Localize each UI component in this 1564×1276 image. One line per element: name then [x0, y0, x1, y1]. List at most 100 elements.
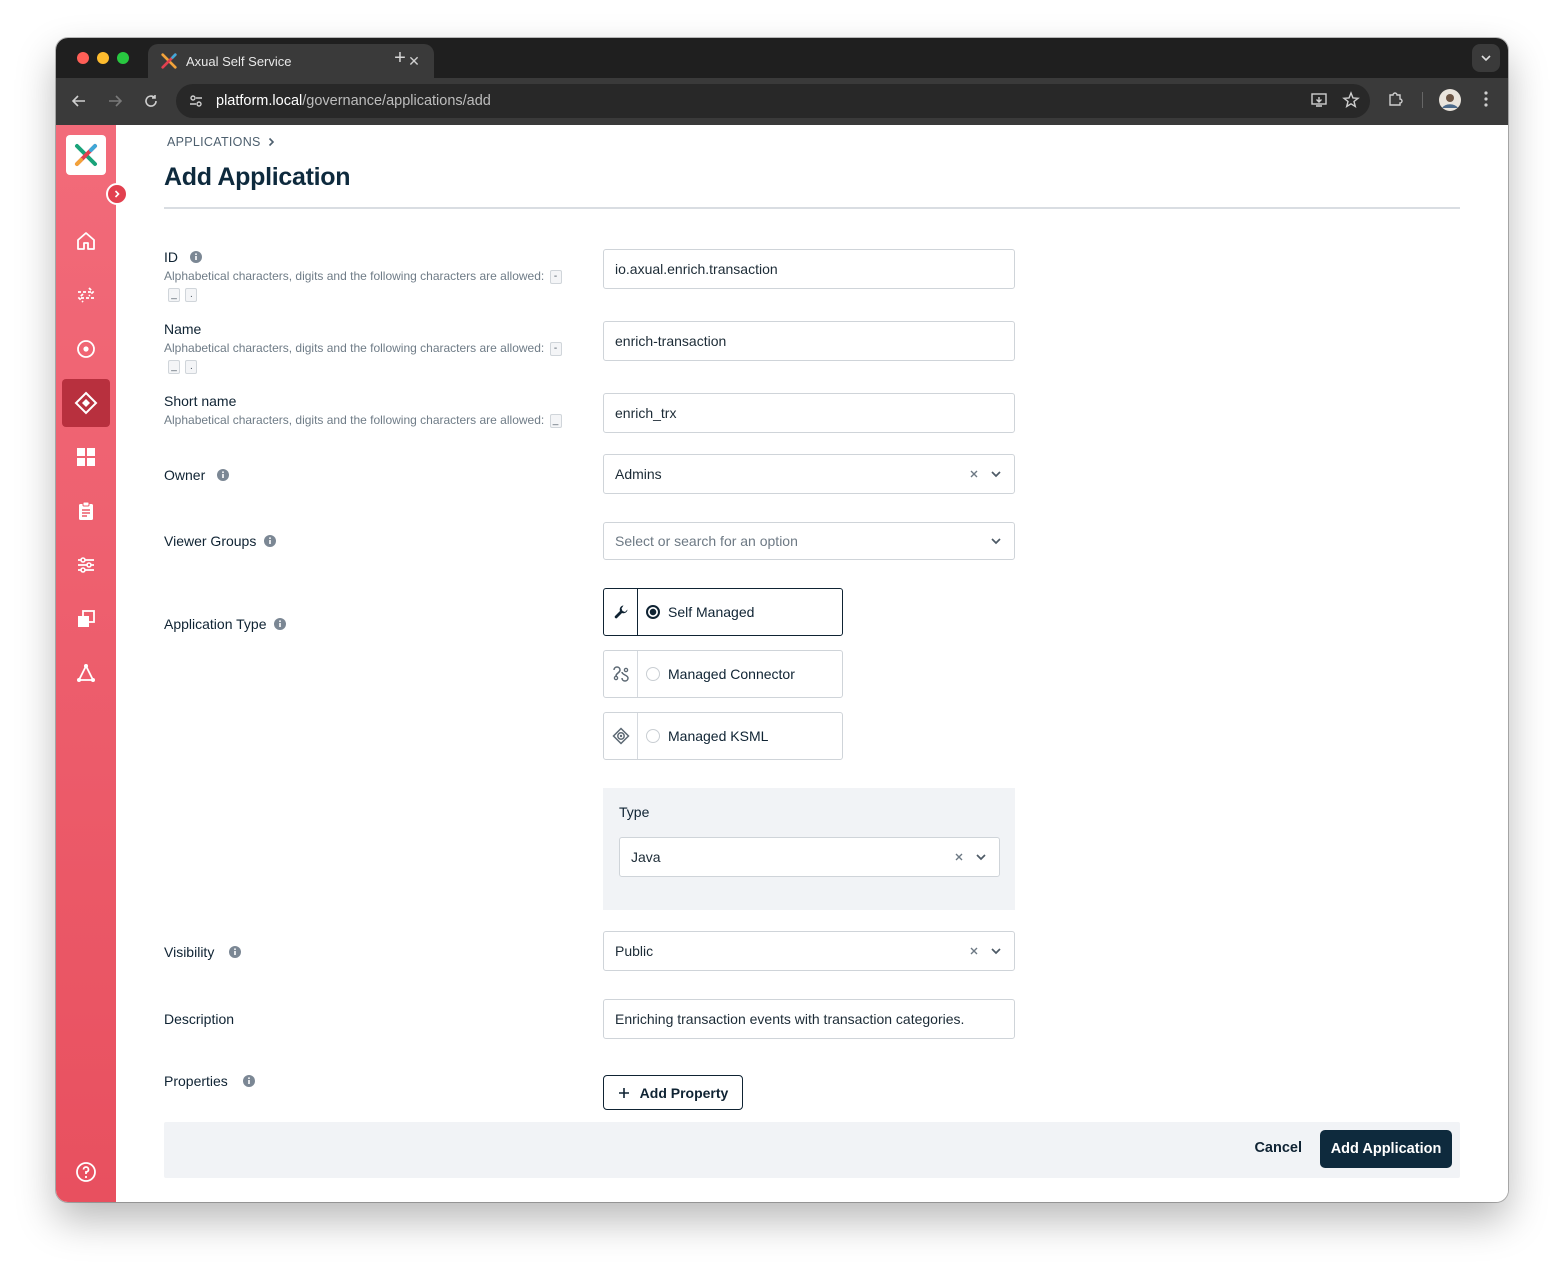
radio-self-managed[interactable]	[646, 605, 660, 619]
browser-menu-button[interactable]	[1478, 90, 1494, 108]
radio-managed-ksml[interactable]	[646, 729, 660, 743]
app-type-option-managed-connector[interactable]: Managed Connector	[603, 650, 843, 698]
sidebar-item-environments[interactable]	[62, 595, 110, 643]
id-input[interactable]: io.axual.enrich.transaction	[603, 249, 1015, 289]
type-label: Type	[619, 804, 650, 820]
avatar-icon	[1439, 89, 1461, 111]
back-button[interactable]	[68, 90, 90, 112]
radio-managed-connector[interactable]	[646, 667, 660, 681]
info-icon[interactable]	[217, 469, 230, 481]
chevron-down-icon[interactable]	[974, 850, 988, 864]
breadcrumb-applications-link[interactable]: APPLICATIONS	[167, 135, 261, 149]
description-input[interactable]: Enriching transaction events with transa…	[603, 999, 1015, 1039]
info-icon[interactable]	[264, 535, 277, 547]
help-button[interactable]	[74, 1160, 98, 1184]
short-name-hint: Alphabetical characters, digits and the …	[164, 411, 574, 429]
visibility-select[interactable]: Public	[603, 931, 1015, 971]
name-hint: Alphabetical characters, digits and the …	[164, 339, 574, 375]
tab-search-button[interactable]	[1472, 44, 1500, 72]
arrow-right-icon	[109, 95, 123, 107]
allowed-char-chip: _	[168, 287, 180, 302]
clear-icon[interactable]	[969, 469, 979, 479]
allowed-char-chip: -	[549, 269, 562, 284]
form-actions-bar: Cancel Add Application	[164, 1122, 1460, 1178]
sidebar-item-reports[interactable]	[62, 487, 110, 535]
info-icon[interactable]	[190, 251, 202, 263]
id-hint: Alphabetical characters, digits and the …	[164, 267, 574, 303]
plus-icon	[618, 1087, 629, 1098]
clear-icon[interactable]	[969, 946, 979, 956]
add-application-button[interactable]: Add Application	[1320, 1130, 1452, 1168]
profile-avatar[interactable]	[1439, 89, 1461, 111]
axual-favicon-icon	[161, 53, 177, 69]
info-icon[interactable]	[229, 946, 242, 958]
chevron-right-icon	[114, 190, 120, 198]
allowed-char-chip: -	[549, 341, 562, 356]
forward-button[interactable]	[104, 90, 126, 112]
bookmark-star-icon[interactable]	[1342, 91, 1360, 109]
info-icon[interactable]	[242, 1075, 255, 1087]
chevron-down-icon[interactable]	[989, 944, 1003, 958]
allowed-char-chip: _	[549, 413, 562, 428]
network-icon	[77, 663, 95, 682]
address-bar[interactable]: platform.local/governance/applications/a…	[176, 84, 1370, 118]
maximize-window-button[interactable]	[117, 52, 129, 64]
extensions-button[interactable]	[1386, 90, 1404, 108]
sidebar-item-home[interactable]	[62, 217, 110, 265]
puzzle-icon	[1389, 92, 1403, 106]
viewer-groups-label: Viewer Groups	[164, 533, 277, 549]
chevron-down-icon[interactable]	[989, 534, 1003, 548]
allowed-char-chip: .	[185, 359, 198, 374]
install-app-icon[interactable]	[1310, 91, 1328, 109]
reload-icon	[145, 95, 157, 107]
allowed-char-chip: _	[168, 359, 180, 374]
help-icon	[76, 1162, 96, 1182]
owner-select[interactable]: Admins	[603, 454, 1015, 494]
page-title: Add Application	[164, 163, 351, 191]
app-type-option-self-managed[interactable]: Self Managed	[603, 588, 843, 636]
name-input[interactable]: enrich-transaction	[603, 321, 1015, 361]
sidebar	[56, 125, 116, 1202]
more-vertical-icon	[1484, 91, 1488, 107]
app-type-option-managed-ksml[interactable]: Managed KSML	[603, 712, 843, 760]
chevron-down-icon[interactable]	[989, 467, 1003, 481]
allowed-char-chip: .	[185, 287, 198, 302]
site-settings-icon[interactable]	[188, 93, 204, 109]
browser-window: Axual Self Service ✕ + platform.local/go…	[56, 38, 1508, 1202]
short-name-input[interactable]: enrich_trx	[603, 393, 1015, 433]
axual-logo[interactable]	[66, 135, 106, 175]
minimize-window-button[interactable]	[97, 52, 109, 64]
chevron-down-icon	[1481, 55, 1491, 62]
new-tab-icon[interactable]: +	[390, 47, 410, 70]
ksml-icon	[611, 727, 630, 745]
layers-icon	[78, 610, 95, 627]
type-select[interactable]: Java	[619, 837, 1000, 877]
sliders-icon	[78, 557, 94, 573]
reload-button[interactable]	[140, 90, 162, 112]
arrow-left-icon	[71, 95, 85, 107]
info-icon[interactable]	[274, 618, 287, 630]
sidebar-item-settings[interactable]	[62, 541, 110, 589]
viewer-groups-select[interactable]: Select or search for an option	[603, 522, 1015, 560]
visibility-label: Visibility	[164, 944, 242, 960]
owner-label: Owner	[164, 467, 230, 483]
grid-icon	[77, 448, 95, 466]
sidebar-item-applications[interactable]	[62, 379, 110, 427]
sidebar-item-streams[interactable]	[62, 271, 110, 319]
sidebar-expand-button[interactable]	[106, 183, 128, 205]
transfer-icon	[77, 287, 95, 303]
sidebar-item-connections[interactable]	[62, 649, 110, 697]
cancel-button[interactable]: Cancel	[1254, 1140, 1302, 1156]
main-content: APPLICATIONS Add Application ID Alphabet…	[164, 125, 1460, 1202]
close-window-button[interactable]	[77, 52, 89, 64]
home-icon	[77, 232, 95, 250]
sidebar-item-topics[interactable]	[62, 325, 110, 373]
tab-title: Axual Self Service	[186, 53, 292, 69]
sidebar-item-dashboard[interactable]	[62, 433, 110, 481]
url-text: platform.local/governance/applications/a…	[216, 93, 491, 109]
clear-icon[interactable]	[954, 852, 964, 862]
tab-bar: Axual Self Service ✕ +	[56, 38, 1508, 78]
wrench-icon	[614, 605, 627, 619]
add-property-button[interactable]: Add Property	[603, 1075, 743, 1110]
clipboard-icon	[79, 501, 93, 520]
